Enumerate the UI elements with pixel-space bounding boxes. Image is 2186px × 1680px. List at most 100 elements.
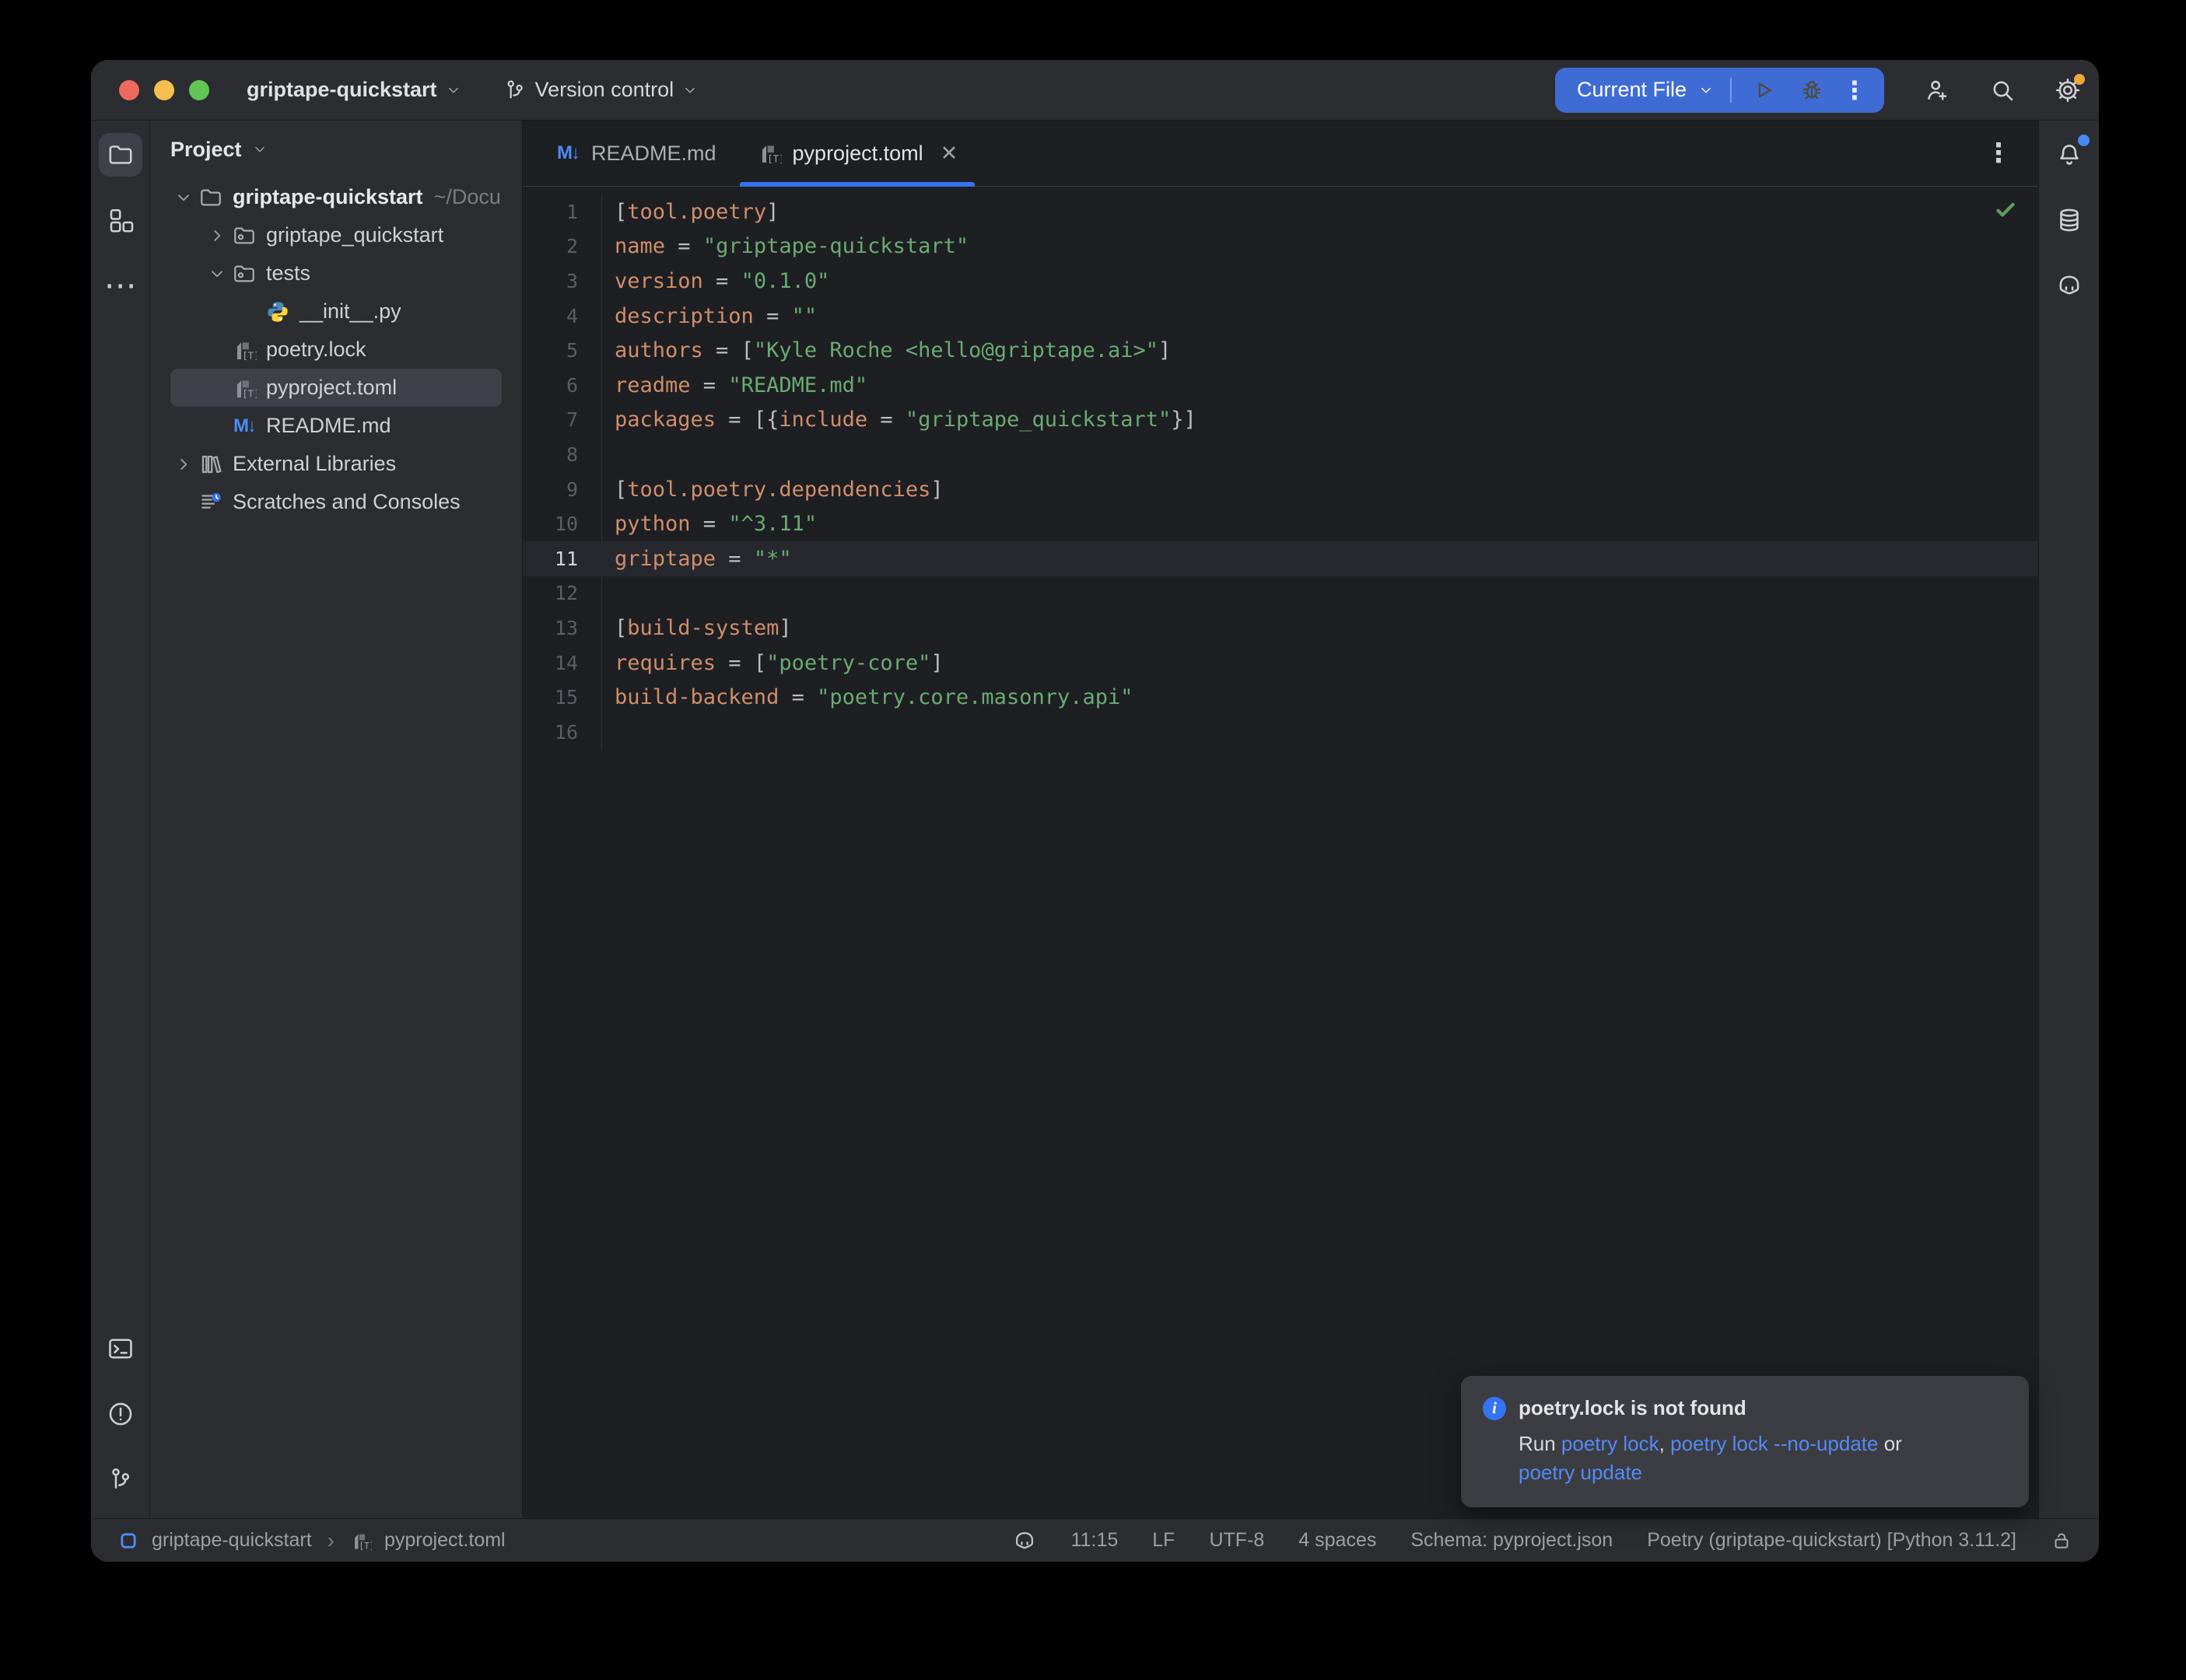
project-panel-header[interactable]: Project bbox=[150, 121, 522, 178]
code-line-11[interactable]: 11griptape = "*" bbox=[523, 541, 2038, 576]
project-tool-button[interactable] bbox=[99, 133, 142, 177]
zoom-window-button[interactable] bbox=[189, 80, 209, 100]
right-tool-stripe bbox=[2038, 121, 2099, 1518]
code-line-14[interactable]: 14requires = ["poetry-core"] bbox=[523, 646, 2038, 681]
line-number[interactable]: 15 bbox=[523, 680, 602, 715]
tree-item-griptape-quickstart[interactable]: griptape-quickstart~/Docume bbox=[170, 178, 502, 216]
editor[interactable]: 1[tool.poetry]2name = "griptape-quicksta… bbox=[523, 187, 2038, 1518]
tree-item-label: __init__.py bbox=[300, 299, 401, 324]
minimize-window-button[interactable] bbox=[154, 80, 174, 100]
more-run-actions-button[interactable]: ⋮ bbox=[1836, 75, 1873, 105]
line-number[interactable]: 13 bbox=[523, 611, 602, 646]
chevron-down-icon[interactable] bbox=[1697, 82, 1715, 99]
code-text: version = "0.1.0" bbox=[615, 269, 829, 293]
chevron-right-icon[interactable] bbox=[170, 454, 197, 474]
search-everywhere-icon[interactable] bbox=[1988, 76, 2016, 104]
project-switcher[interactable]: griptape-quickstart bbox=[247, 78, 462, 102]
line-separator[interactable]: LF bbox=[1152, 1529, 1175, 1552]
line-number[interactable]: 2 bbox=[523, 229, 602, 264]
code-line-2[interactable]: 2name = "griptape-quickstart" bbox=[523, 229, 2038, 264]
tree-item-griptape-quickstart[interactable]: griptape_quickstart bbox=[170, 216, 502, 254]
terminal-tool-button[interactable] bbox=[99, 1327, 142, 1370]
run-button[interactable] bbox=[1739, 75, 1788, 106]
breadcrumb[interactable]: griptape-quickstart › [T] pyproject.toml bbox=[117, 1528, 506, 1553]
notifications-bell-icon[interactable] bbox=[2048, 133, 2091, 177]
line-number[interactable]: 16 bbox=[523, 715, 602, 750]
scratch-icon bbox=[198, 490, 223, 515]
code-text: build-backend = "poetry.core.masonry.api… bbox=[615, 685, 1133, 709]
copilot-tool-button[interactable] bbox=[2048, 264, 2091, 307]
line-number[interactable]: 9 bbox=[523, 472, 602, 507]
settings-gear-icon[interactable] bbox=[2054, 76, 2082, 104]
vcs-label: Version control bbox=[535, 78, 674, 102]
more-tool-windows-button[interactable]: ⋯ bbox=[104, 264, 137, 307]
tree-item-init-py[interactable]: __init__.py bbox=[170, 292, 502, 331]
line-number[interactable]: 7 bbox=[523, 403, 602, 438]
notification-link-poetry-lock-no-update[interactable]: poetry lock --no-update bbox=[1670, 1432, 1878, 1455]
code-line-4[interactable]: 4description = "" bbox=[523, 299, 2038, 334]
svg-text:[T]: [T] bbox=[767, 153, 782, 165]
line-number[interactable]: 12 bbox=[523, 576, 602, 611]
code-line-6[interactable]: 6 readme = "README.md" bbox=[523, 368, 2038, 403]
code-line-1[interactable]: 1[tool.poetry] bbox=[523, 194, 2038, 229]
line-number[interactable]: 6 bbox=[523, 368, 602, 403]
line-number[interactable]: 11 bbox=[523, 541, 602, 576]
line-number[interactable]: 4 bbox=[523, 299, 602, 334]
code-line-5[interactable]: 5authors = ["Kyle Roche <hello@griptape.… bbox=[523, 333, 2038, 368]
divider bbox=[1730, 78, 1732, 103]
caret-position[interactable]: 11:15 bbox=[1071, 1529, 1119, 1552]
code-line-13[interactable]: 13[build-system] bbox=[523, 611, 2038, 646]
tab-options-button[interactable]: ⋮ bbox=[1985, 138, 2038, 169]
vcs-widget[interactable]: Version control bbox=[503, 78, 699, 103]
tab-pyproject-toml[interactable]: [T]pyproject.toml✕ bbox=[737, 121, 979, 186]
tree-item-tests[interactable]: tests bbox=[170, 254, 502, 292]
json-schema[interactable]: Schema: pyproject.json bbox=[1410, 1529, 1613, 1552]
tree-item-pyproject-toml[interactable]: [T]pyproject.toml bbox=[170, 369, 502, 407]
chevron-right-icon[interactable] bbox=[204, 226, 230, 246]
line-number[interactable]: 3 bbox=[523, 264, 602, 299]
problems-tool-button[interactable] bbox=[99, 1392, 142, 1436]
tree-item-poetry-lock[interactable]: [T]poetry.lock bbox=[170, 331, 502, 369]
chevron-down-icon[interactable] bbox=[170, 187, 197, 208]
toml-icon: [T] bbox=[232, 338, 257, 362]
code-line-9[interactable]: 9[tool.poetry.dependencies] bbox=[523, 472, 2038, 507]
copilot-status-icon[interactable] bbox=[1012, 1528, 1037, 1553]
close-window-button[interactable] bbox=[119, 80, 139, 100]
version-control-tool-button[interactable] bbox=[99, 1458, 142, 1501]
notification-link-poetry-update[interactable]: poetry update bbox=[1519, 1461, 1642, 1484]
structure-tool-button[interactable] bbox=[99, 198, 142, 242]
code-line-7[interactable]: 7packages = [{include = "griptape_quicks… bbox=[523, 403, 2038, 438]
close-tab-icon[interactable]: ✕ bbox=[941, 142, 958, 166]
tree-item-scratches-and-consoles[interactable]: Scratches and Consoles bbox=[170, 483, 502, 521]
tree-item-label: README.md bbox=[266, 414, 391, 438]
database-tool-button[interactable] bbox=[2048, 198, 2091, 242]
code-line-8[interactable]: 8 bbox=[523, 437, 2038, 472]
run-config-selector[interactable]: Current File bbox=[1577, 78, 1687, 102]
file-encoding[interactable]: UTF-8 bbox=[1209, 1529, 1264, 1552]
python-interpreter[interactable]: Poetry (griptape-quickstart) [Python 3.1… bbox=[1647, 1529, 2016, 1552]
tree-item-external-libraries[interactable]: External Libraries bbox=[170, 445, 502, 483]
project-panel: Project griptape-quickstart~/Documegript… bbox=[150, 121, 523, 1518]
notification-link-poetry-lock[interactable]: poetry lock bbox=[1561, 1432, 1659, 1455]
indent-style[interactable]: 4 spaces bbox=[1298, 1529, 1376, 1552]
title-bar: griptape-quickstart Version control Curr… bbox=[91, 60, 2099, 121]
line-number[interactable]: 5 bbox=[523, 333, 602, 368]
code-with-me-icon[interactable] bbox=[1923, 76, 1951, 104]
unlock-icon[interactable] bbox=[2051, 1530, 2072, 1552]
line-number[interactable]: 14 bbox=[523, 646, 602, 681]
line-number[interactable]: 8 bbox=[523, 437, 602, 472]
debug-button[interactable] bbox=[1788, 75, 1836, 106]
code-line-3[interactable]: 3 version = "0.1.0" bbox=[523, 264, 2038, 299]
code-line-15[interactable]: 15 build-backend = "poetry.core.masonry.a… bbox=[523, 680, 2038, 715]
code-line-16[interactable]: 16 bbox=[523, 715, 2038, 750]
inspections-check-icon[interactable] bbox=[1993, 198, 2018, 222]
line-number[interactable]: 1 bbox=[523, 194, 602, 229]
code-line-10[interactable]: 10python = "^3.11" bbox=[523, 506, 2038, 541]
line-number[interactable]: 10 bbox=[523, 506, 602, 541]
code-text: readme = "README.md" bbox=[615, 373, 867, 397]
tab-readme-md[interactable]: M↓README.md bbox=[535, 121, 737, 186]
chevron-down-icon[interactable] bbox=[204, 264, 230, 284]
tree-item-readme-md[interactable]: M↓README.md bbox=[170, 407, 502, 445]
code-line-12[interactable]: 12 bbox=[523, 576, 2038, 611]
notification-title: poetry.lock is not found bbox=[1519, 1396, 1746, 1420]
